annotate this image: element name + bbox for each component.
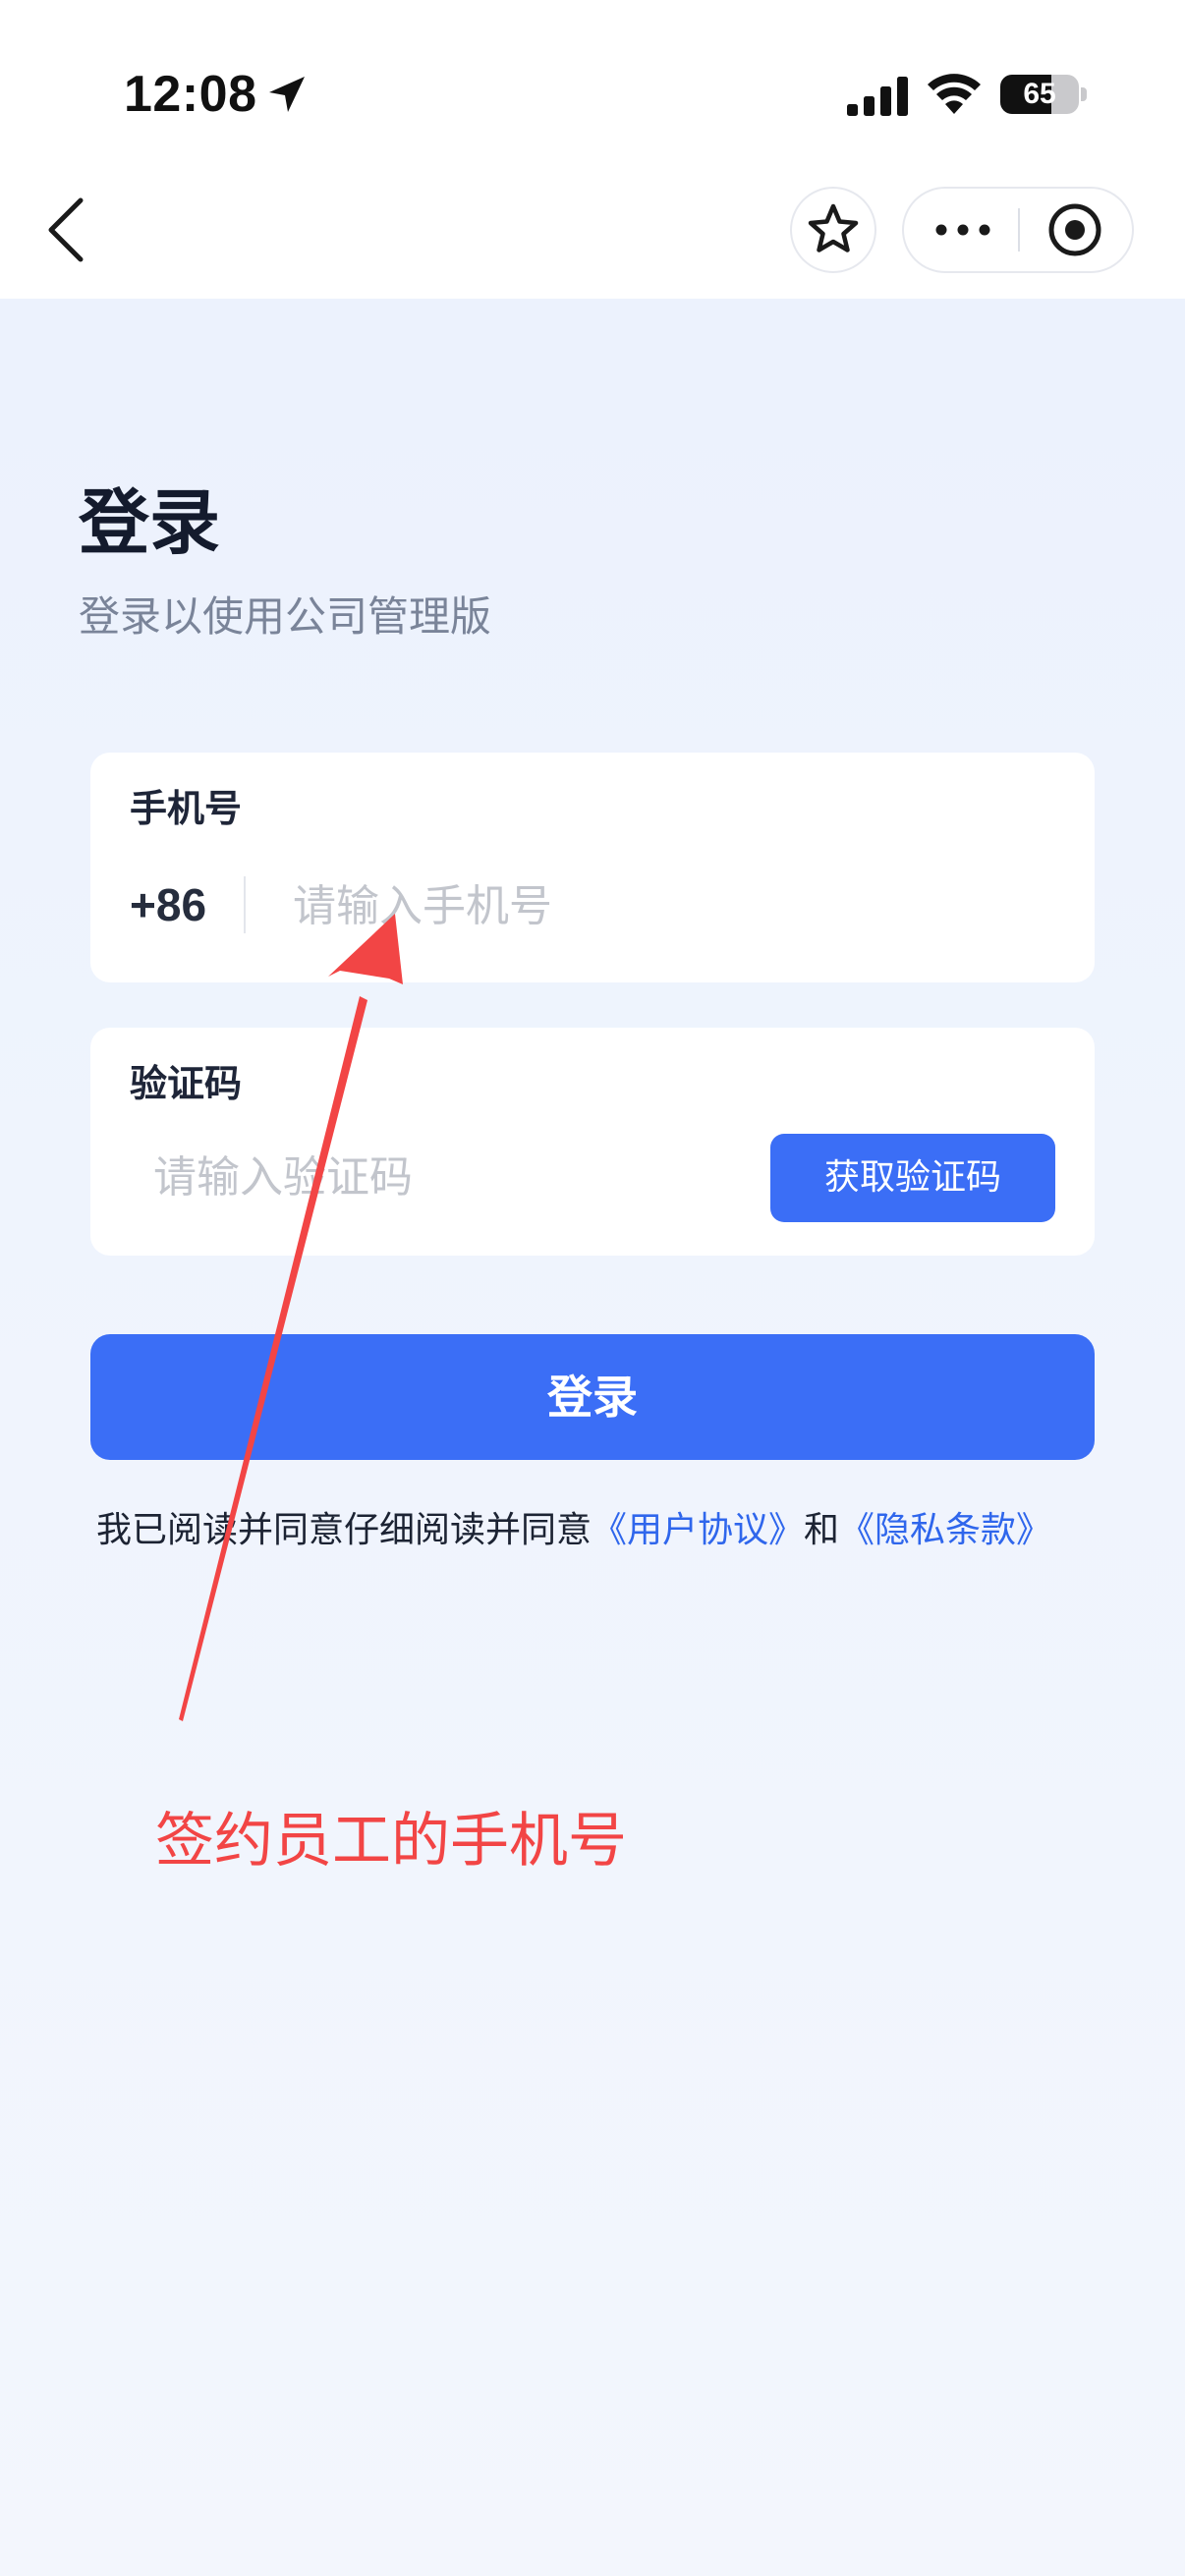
- annotation-text: 签约员工的手机号: [155, 1807, 627, 1876]
- battery-level-text: 65: [1023, 78, 1056, 110]
- phone-field-label: 手机号: [130, 787, 243, 830]
- page-title: 登录: [79, 481, 221, 564]
- record-target-icon: [1048, 203, 1101, 256]
- code-field-label: 验证码: [130, 1062, 243, 1105]
- close-miniprogram-button[interactable]: [1020, 189, 1132, 271]
- back-button[interactable]: [35, 187, 94, 273]
- get-code-button[interactable]: 获取验证码: [770, 1134, 1055, 1222]
- top-bar: 12:08 65: [0, 0, 1185, 299]
- more-dots-icon: [935, 224, 990, 236]
- country-code[interactable]: +86: [130, 874, 206, 935]
- verification-code-card: 验证码 获取验证码: [90, 1028, 1095, 1256]
- phone-number-input[interactable]: [293, 870, 1059, 941]
- verification-code-input[interactable]: [153, 1142, 782, 1212]
- agreement-prefix: 我已阅读并同意仔细阅读并同意: [96, 1510, 592, 1550]
- user-agreement-link[interactable]: 《用户协议》: [592, 1510, 804, 1550]
- miniprogram-capsule: [902, 187, 1134, 273]
- login-button[interactable]: 登录: [90, 1334, 1095, 1460]
- more-button[interactable]: [904, 189, 1018, 271]
- annotation-arrow: [179, 914, 403, 1721]
- wifi-icon: [928, 74, 981, 114]
- favorite-button[interactable]: [790, 187, 876, 273]
- country-code-divider: [244, 876, 246, 933]
- privacy-policy-link[interactable]: 《隐私条款》: [839, 1510, 1051, 1550]
- cellular-signal-icon: [847, 77, 908, 116]
- back-arrow-icon: [48, 197, 84, 262]
- location-arrow-icon: [269, 77, 305, 112]
- battery-cap: [1081, 87, 1087, 101]
- agreement-connector: 和: [804, 1510, 840, 1550]
- battery-indicator: 65: [1000, 75, 1079, 114]
- phone-number-card: 手机号 +86: [90, 753, 1095, 982]
- agreement-text: 我已阅读并同意仔细阅读并同意《用户协议》和《隐私条款》: [96, 1501, 1177, 1560]
- status-time: 12:08: [124, 66, 257, 123]
- star-icon: [808, 203, 859, 252]
- page-subtitle: 登录以使用公司管理版: [79, 592, 492, 641]
